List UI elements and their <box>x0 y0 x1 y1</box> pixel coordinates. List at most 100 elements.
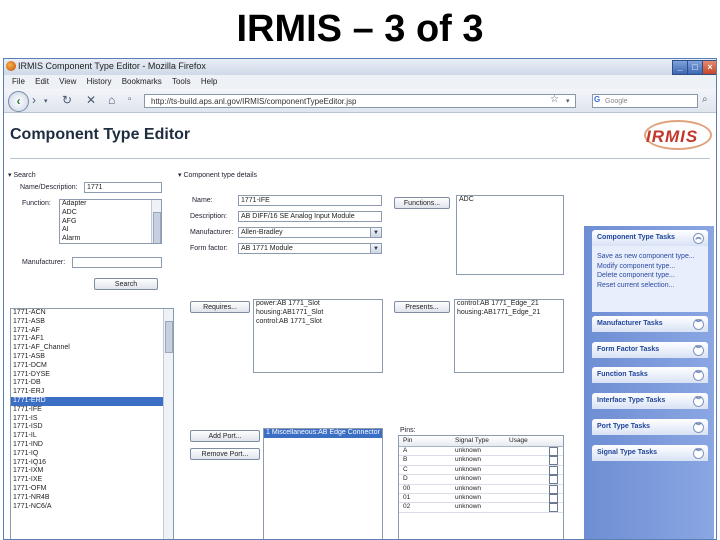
url-bar[interactable]: http://ts-build.aps.anl.gov/IRMIS/compon… <box>144 94 576 108</box>
list-item[interactable]: 1771-ACN <box>11 309 173 318</box>
pins-table[interactable]: Pin Signal Type Usage Aunknown Bunknown Cu… <box>398 435 564 539</box>
list-item[interactable]: 1771-AF1 <box>11 335 173 344</box>
detail-form-factor-select[interactable]: AB 1771 Module ▼ <box>238 243 382 254</box>
task-delete[interactable]: Delete component type... <box>597 271 708 281</box>
search-icon[interactable]: ⌕ <box>702 94 708 105</box>
column-header-usage[interactable]: Usage <box>509 437 528 444</box>
results-scrollbar[interactable] <box>163 309 173 539</box>
port-type-tasks-header[interactable]: Port Type Tasks ︾ <box>592 419 708 435</box>
forward-arrow-icon[interactable]: › <box>32 93 36 107</box>
menu-file[interactable]: File <box>12 77 25 86</box>
reload-icon[interactable]: ↻ <box>62 93 72 107</box>
list-item[interactable]: 1771-AF <box>11 327 173 336</box>
requires-button[interactable]: Requires... <box>190 301 250 313</box>
list-item[interactable]: 1771-IQ16 <box>11 459 173 468</box>
chevron-up-icon[interactable]: ︽ <box>693 233 704 244</box>
details-section-toggle[interactable]: ▾ Component type details <box>178 171 257 179</box>
function-option[interactable]: Alarm <box>60 235 161 243</box>
row-checkbox[interactable] <box>549 465 558 475</box>
maximize-button[interactable]: □ <box>687 60 703 75</box>
functions-button[interactable]: Functions... <box>394 197 450 209</box>
menu-edit[interactable]: Edit <box>35 77 49 86</box>
menu-view[interactable]: View <box>59 77 76 86</box>
close-window-button[interactable]: × <box>702 60 716 75</box>
function-listbox[interactable]: Adapter ADC AFG AI Alarm <box>59 199 162 244</box>
list-item[interactable]: 1771-IS <box>11 415 173 424</box>
chevron-down-icon[interactable]: ︾ <box>693 370 704 381</box>
table-row[interactable]: Bunknown <box>399 456 563 466</box>
list-item[interactable]: 1771-IXM <box>11 467 173 476</box>
chevron-down-icon[interactable]: ︾ <box>693 448 704 459</box>
bookmark-star-icon[interactable]: ☆ <box>550 94 559 105</box>
function-option[interactable]: AFG <box>60 218 161 227</box>
menu-bookmarks[interactable]: Bookmarks <box>122 77 162 86</box>
list-item[interactable]: 1771-ASB <box>11 318 173 327</box>
function-tasks-header[interactable]: Function Tasks ︾ <box>592 367 708 383</box>
chevron-down-icon[interactable]: ▼ <box>370 228 381 237</box>
row-checkbox[interactable] <box>549 493 558 503</box>
function-option[interactable]: AI <box>60 226 161 235</box>
function-option[interactable]: Adapter <box>60 200 161 209</box>
task-reset[interactable]: Reset current selection... <box>597 281 708 291</box>
row-checkbox[interactable] <box>549 456 558 466</box>
row-checkbox[interactable] <box>549 484 558 494</box>
table-row[interactable]: Cunknown <box>399 465 563 476</box>
list-item[interactable]: 1771-DYSE <box>11 371 173 380</box>
list-item[interactable]: housing:AB1771_Edge_21 <box>455 309 563 318</box>
ports-list[interactable]: 1 Miscellaneous:AB Edge Connector <box>263 428 383 539</box>
chevron-down-icon[interactable]: ︾ <box>693 396 704 407</box>
table-row[interactable]: Aunknown <box>399 447 563 457</box>
table-row[interactable]: 02 unknown <box>399 503 563 513</box>
search-input[interactable]: Google <box>592 94 698 108</box>
list-item[interactable]: 1771-AF_Channel <box>11 344 173 353</box>
list-item[interactable]: 1771-IQ <box>11 450 173 459</box>
row-checkbox[interactable] <box>549 503 558 513</box>
function-option[interactable]: ADC <box>60 209 161 218</box>
name-description-input[interactable]: 1771 <box>84 182 162 193</box>
menu-help[interactable]: Help <box>201 77 217 86</box>
chevron-down-icon[interactable]: ︾ <box>693 422 704 433</box>
add-port-button[interactable]: Add Port... <box>190 430 260 442</box>
list-item[interactable]: 1771-ISD <box>11 423 173 432</box>
history-dropdown-icon[interactable]: ▾ <box>44 97 48 105</box>
list-item[interactable]: 1771-IXE <box>11 476 173 485</box>
list-item[interactable]: 1771-IND <box>11 441 173 450</box>
detail-description-input[interactable]: AB DIFF/16 SE Analog Input Module <box>238 211 382 222</box>
menu-tools[interactable]: Tools <box>172 77 191 86</box>
detail-manufacturer-select[interactable]: Allen-Bradley ▼ <box>238 227 382 238</box>
list-item[interactable]: 1771-IL <box>11 432 173 441</box>
task-save-as-new[interactable]: Save as new component type... <box>597 252 708 262</box>
list-item[interactable]: 1771-ERJ <box>11 388 173 397</box>
menu-history[interactable]: History <box>87 77 112 86</box>
list-item[interactable]: 1 Miscellaneous:AB Edge Connector <box>264 429 382 438</box>
column-header-signal-type[interactable]: Signal Type <box>455 437 489 444</box>
list-item[interactable]: control:AB 1771_Edge_21 <box>455 300 563 309</box>
home-icon[interactable]: ⌂ <box>108 93 115 107</box>
manufacturer-select[interactable] <box>72 257 162 268</box>
back-arrow-icon[interactable]: ‹ <box>8 91 29 112</box>
form-factor-tasks-header[interactable]: Form Factor Tasks ︾ <box>592 342 708 358</box>
list-item[interactable]: 1771-ERD <box>11 396 173 406</box>
minimize-button[interactable]: _ <box>672 60 688 75</box>
list-item[interactable]: 1771-DCM <box>11 362 173 371</box>
component-results-list[interactable]: 1771-ACN 1771-ASB 1771-AF 1771-AF1 1771-AF_C… <box>10 308 174 539</box>
stop-icon[interactable]: ✕ <box>86 93 96 107</box>
list-item[interactable]: 1771-OFM <box>11 485 173 494</box>
list-item[interactable]: power:AB 1771_Slot <box>254 300 382 309</box>
row-checkbox[interactable] <box>549 475 558 485</box>
signal-type-tasks-header[interactable]: Signal Type Tasks ︾ <box>592 445 708 461</box>
remove-port-button[interactable]: Remove Port... <box>190 448 260 460</box>
presents-button[interactable]: Presents... <box>394 301 450 313</box>
table-row[interactable]: 01 unknown <box>399 493 563 504</box>
task-modify[interactable]: Modify component type... <box>597 262 708 272</box>
table-row[interactable]: Dunknown <box>399 475 563 485</box>
interface-type-tasks-header[interactable]: Interface Type Tasks ︾ <box>592 393 708 409</box>
row-checkbox[interactable] <box>549 447 558 456</box>
presents-list[interactable]: control:AB 1771_Edge_21 housing:AB1771_E… <box>454 299 564 373</box>
list-item[interactable]: 1771-NR4B <box>11 494 173 503</box>
list-item[interactable]: 1771-ASB <box>11 353 173 362</box>
list-item[interactable]: housing:AB1771_Slot <box>254 309 382 318</box>
url-dropdown-icon[interactable]: ▾ <box>566 97 570 105</box>
detail-name-input[interactable]: 1771-IFE <box>238 195 382 206</box>
chevron-down-icon[interactable]: ︾ <box>693 319 704 330</box>
